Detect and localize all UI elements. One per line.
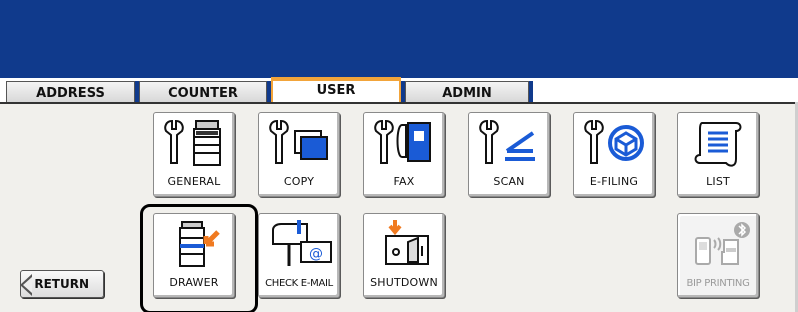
fax-label: FAX [393, 175, 415, 188]
e-filing-button[interactable]: E-FILING [573, 112, 655, 197]
list-button[interactable]: LIST [677, 112, 759, 197]
header-band [0, 0, 798, 78]
copy-label: COPY [283, 175, 315, 188]
tab-user[interactable]: USER [271, 77, 401, 104]
list-scroll-icon [694, 122, 742, 167]
tab-counter[interactable]: COUNTER [139, 81, 267, 102]
bip-printing-label: BIP PRINTING [686, 278, 750, 289]
list-label: LIST [706, 175, 730, 188]
return-label: RETURN [34, 277, 89, 291]
check-email-icon: @ [272, 220, 332, 266]
e-filing-label: E-FILING [589, 175, 639, 188]
wrench-copy-icon [269, 119, 328, 164]
scan-label: SCAN [493, 175, 525, 188]
shutdown-switch-icon [385, 220, 429, 265]
tab-admin[interactable]: ADMIN [405, 81, 529, 102]
wrench-fax-icon [374, 119, 431, 164]
scan-button[interactable]: SCAN [468, 112, 550, 197]
wrench-scan-icon [479, 119, 535, 164]
general-label: GENERAL [167, 175, 221, 188]
return-arrow-inner [23, 277, 32, 293]
selection-highlight [140, 204, 258, 312]
tab-address[interactable]: ADDRESS [6, 81, 135, 102]
wrench-copier-icon [164, 119, 221, 166]
bip-printing-icon [695, 222, 750, 265]
shutdown-button[interactable]: SHUTDOWN [363, 213, 445, 298]
bip-printing-button[interactable]: BIP PRINTING [677, 213, 759, 298]
wrench-efiling-icon [584, 119, 644, 164]
fax-button[interactable]: FAX [363, 112, 445, 197]
check-email-label: CHECK E-MAIL [265, 278, 333, 289]
copy-button[interactable]: COPY [258, 112, 340, 197]
tab-separator [529, 81, 533, 102]
check-email-button[interactable]: @ CHECK E-MAIL [258, 213, 340, 298]
svg-text:@: @ [309, 246, 323, 262]
return-button[interactable]: RETURN [20, 270, 104, 298]
general-button[interactable]: GENERAL [153, 112, 235, 197]
shutdown-label: SHUTDOWN [370, 276, 438, 289]
